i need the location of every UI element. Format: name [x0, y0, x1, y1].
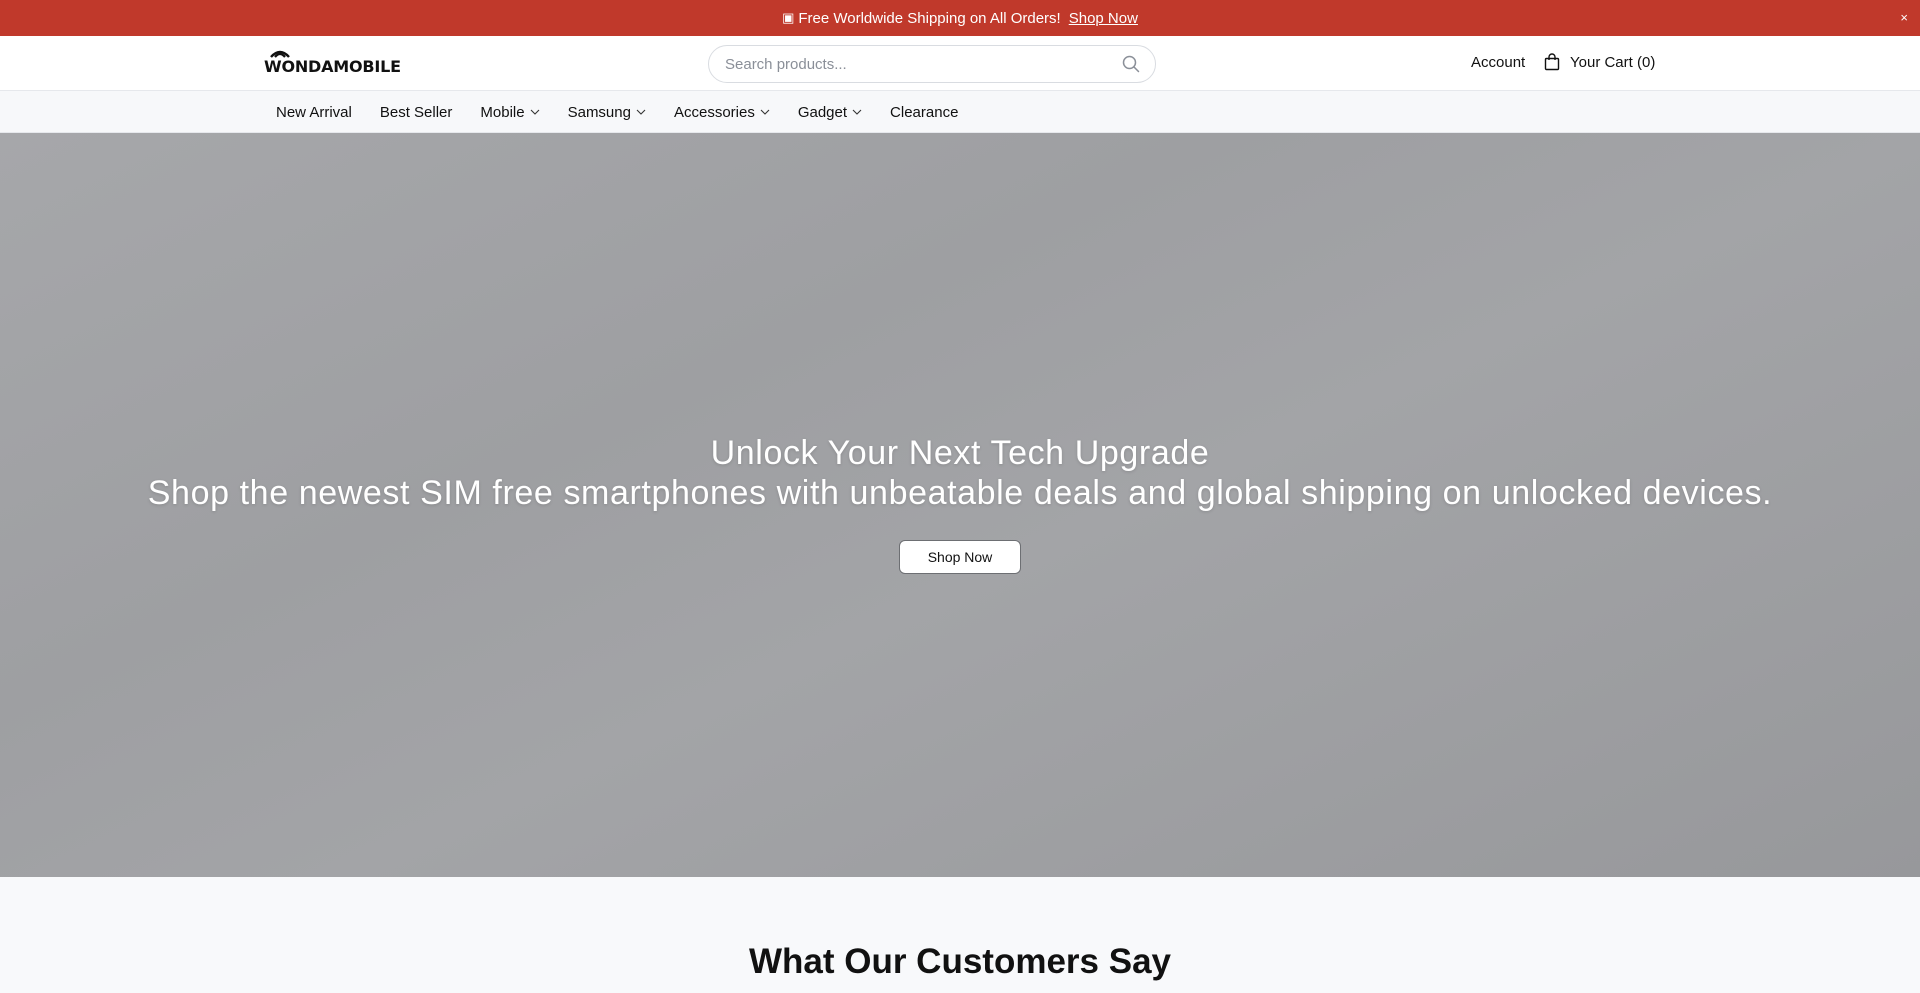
announcement-shop-now-link[interactable]: Shop Now — [1069, 10, 1138, 27]
chevron-down-icon — [530, 109, 540, 115]
nav-item-mobile[interactable]: Mobile — [466, 104, 553, 121]
hero-title: Unlock Your Next Tech Upgrade — [710, 434, 1210, 472]
announcement-bar: ▣ Free Worldwide Shipping on All Orders!… — [0, 0, 1920, 36]
nav-item-gadget[interactable]: Gadget — [784, 104, 876, 121]
cart-label: Your Cart (0) — [1570, 53, 1656, 71]
hero-text: Unlock Your Next Tech Upgrade Shop the n… — [0, 433, 1920, 513]
nav-item-clearance[interactable]: Clearance — [876, 104, 972, 121]
nav-item-label: Clearance — [890, 103, 959, 121]
main-nav: New Arrival Best Seller Mobile Samsung A… — [0, 91, 1920, 133]
search-input[interactable] — [725, 55, 1121, 73]
nav-item-accessories[interactable]: Accessories — [660, 104, 784, 121]
nav-item-label: Mobile — [480, 103, 525, 121]
wifi-icon — [270, 50, 290, 58]
nav-item-best-seller[interactable]: Best Seller — [366, 104, 467, 121]
close-announcement-button[interactable]: × — [1900, 10, 1908, 25]
nav-item-label: Best Seller — [379, 103, 453, 121]
logo[interactable]: WONDAMOBILE — [264, 50, 401, 76]
reviews-heading: What Our Customers Say — [748, 942, 1172, 981]
chevron-down-icon — [852, 109, 862, 115]
account-link[interactable]: Account — [1471, 54, 1525, 71]
nav-item-label: Gadget — [797, 103, 848, 121]
nav-item-label: New Arrival — [276, 103, 352, 121]
shopping-bag-icon — [1544, 53, 1560, 71]
announcement-text: Free Worldwide Shipping on All Orders! — [798, 9, 1061, 27]
nav-item-label: Accessories — [673, 103, 755, 121]
site-header: WONDAMOBILE Account Your Cart (0) — [0, 36, 1920, 91]
chevron-down-icon — [636, 109, 646, 115]
hero-subtitle: Shop the newest SIM free smartphones wit… — [147, 474, 1773, 512]
reviews-section: What Our Customers Say — [0, 877, 1920, 993]
search-icon[interactable] — [1121, 54, 1141, 74]
logo-text: WONDAMOBILE — [264, 57, 401, 76]
search-bar — [708, 45, 1156, 83]
cart-link[interactable]: Your Cart (0) — [1544, 53, 1655, 71]
nav-item-label: Samsung — [567, 103, 631, 121]
hero-shop-now-button[interactable]: Shop Now — [899, 540, 1021, 574]
nav-item-samsung[interactable]: Samsung — [554, 104, 660, 121]
hero-banner: Unlock Your Next Tech Upgrade Shop the n… — [0, 133, 1920, 877]
nav-item-new-arrival[interactable]: New Arrival — [262, 104, 366, 121]
chevron-down-icon — [760, 109, 770, 115]
gift-icon: ▣ — [782, 10, 795, 25]
